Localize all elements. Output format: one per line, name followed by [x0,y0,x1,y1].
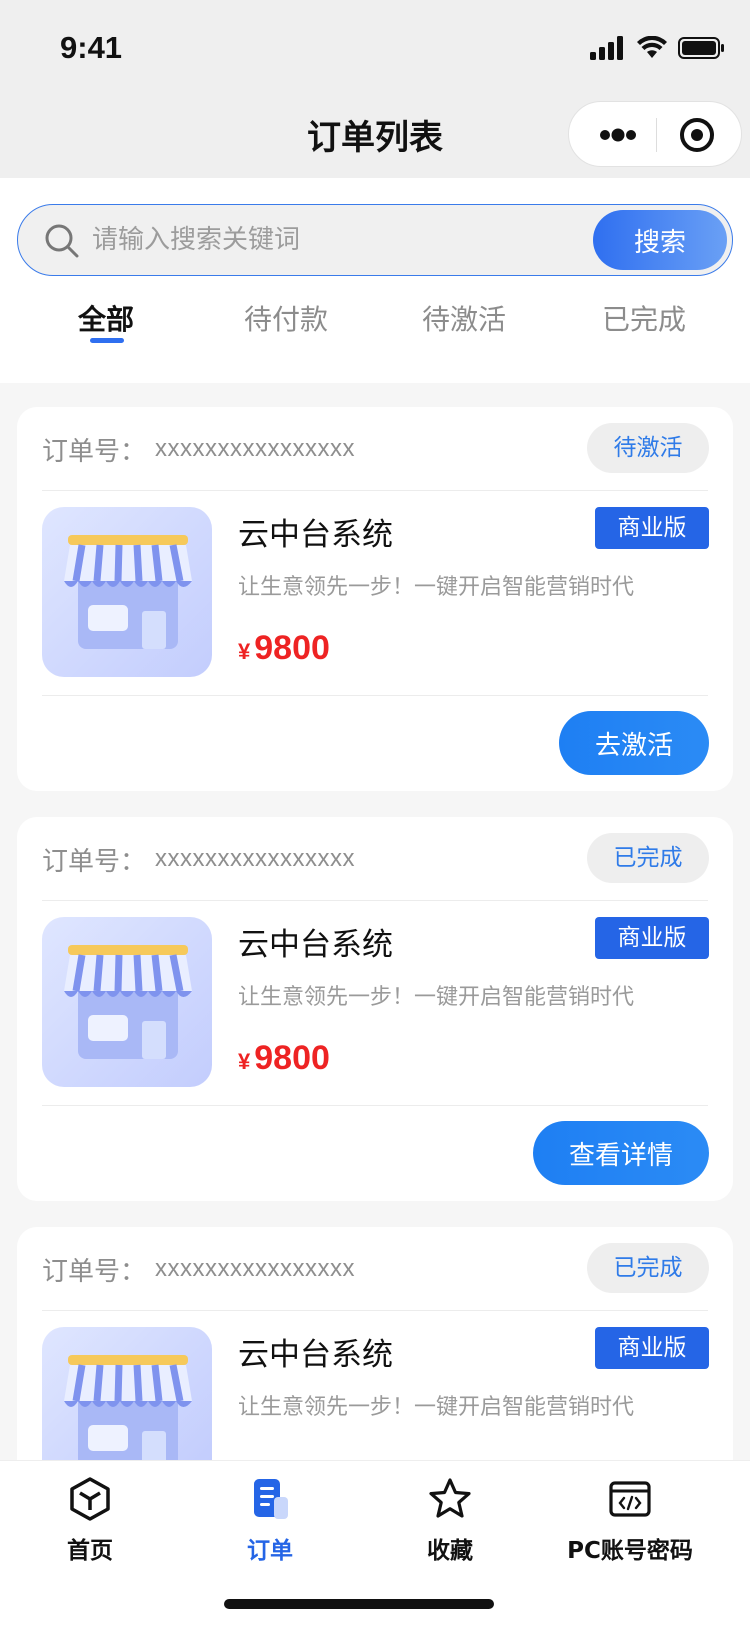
store-icon [64,1355,192,1460]
currency-symbol: ¥ [238,639,251,664]
order-number: xxxxxxxxxxxxxxxx [155,845,355,872]
view-details-button[interactable]: 查看详情 [532,1121,709,1185]
tab-all[interactable]: 全部 [16,298,196,338]
order-icon [254,1479,288,1519]
capsule-divider [656,118,657,152]
search-button[interactable]: 搜索 [593,210,727,270]
code-window-icon [609,1481,651,1517]
product-name: 云中台系统 [238,517,393,553]
more-icon[interactable] [593,120,663,150]
tabbar-label: 收藏 [427,1538,473,1564]
product-name: 云中台系统 [238,1337,393,1373]
price: ¥9800 [238,1039,330,1078]
price-amount: 9800 [254,629,330,667]
order-number-label: 订单号： [42,437,147,467]
order-number: xxxxxxxxxxxxxxxx [155,435,355,462]
status-badge: 待激活 [587,423,709,473]
order-number-label: 订单号： [42,1257,147,1287]
status-badge: 已完成 [587,1243,709,1293]
product-name: 云中台系统 [238,927,393,963]
product-description: 让生意领先一步！一键开启智能营销时代 [238,1395,635,1420]
status-icons [590,34,726,62]
tab-completed[interactable]: 已完成 [554,298,734,338]
star-icon [429,1478,471,1518]
order-number: xxxxxxxxxxxxxxxx [155,1255,355,1282]
tabbar-label: 首页 [67,1538,113,1564]
signal-icon [590,36,623,60]
store-icon [64,945,192,1059]
divider [42,1310,708,1311]
search-icon [45,224,79,258]
home-indicator [224,1599,494,1609]
product-description: 让生意领先一步！一键开启智能营销时代 [238,985,635,1010]
top-bar: 9:41 订单列表 [0,0,750,178]
divider [42,1105,708,1106]
activate-button[interactable]: 去激活 [558,711,709,775]
currency-symbol: ¥ [238,1049,251,1074]
divider [42,695,708,696]
divider [42,900,708,901]
wifi-icon [637,36,667,58]
edition-badge: 商业版 [595,917,709,959]
product-image [42,917,212,1087]
tab-pending-activation[interactable]: 待激活 [374,298,554,338]
order-tabs: 全部 待付款 待激活 已完成 [0,298,750,368]
order-card[interactable]: 订单号： xxxxxxxxxxxxxxxx 待激活 云中台系统 商业版 让生意领… [17,407,733,791]
mini-program-capsule [568,101,742,167]
tabbar-item-favorites[interactable]: 收藏 [360,1475,540,1565]
home-icon [70,1477,110,1521]
price: ¥9800 [238,629,330,668]
search-input[interactable] [92,217,592,263]
status-time: 9:41 [60,30,123,65]
edition-badge: 商业版 [595,507,709,549]
close-target-icon[interactable] [677,115,717,155]
tab-pending-payment[interactable]: 待付款 [196,298,376,338]
search-area: 搜索 全部 待付款 待激活 已完成 [0,178,750,383]
search-box: 搜索 [17,204,733,276]
battery-icon [678,37,724,59]
tabbar-item-home[interactable]: 首页 [0,1475,180,1565]
order-card[interactable]: 订单号： xxxxxxxxxxxxxxxx 已完成 云中台系统 商业版 让生意领… [17,817,733,1201]
product-image [42,1327,212,1460]
tabbar-item-pc-account[interactable]: PC账号密码 [540,1475,720,1565]
product-description: 让生意领先一步！一键开启智能营销时代 [238,575,635,600]
store-icon [64,535,192,649]
price-amount: 9800 [254,1039,330,1077]
edition-badge: 商业版 [595,1327,709,1369]
tabbar-label: 订单 [247,1538,293,1564]
divider [42,490,708,491]
product-image [42,507,212,677]
tabbar-item-orders[interactable]: 订单 [180,1475,360,1565]
order-number-label: 订单号： [42,847,147,877]
status-badge: 已完成 [587,833,709,883]
active-tab-indicator [90,338,124,343]
order-card[interactable]: 订单号： xxxxxxxxxxxxxxxx 已完成 云中台系统 商业版 让生意领… [17,1227,733,1460]
tabbar-label: PC账号密码 [567,1538,693,1564]
